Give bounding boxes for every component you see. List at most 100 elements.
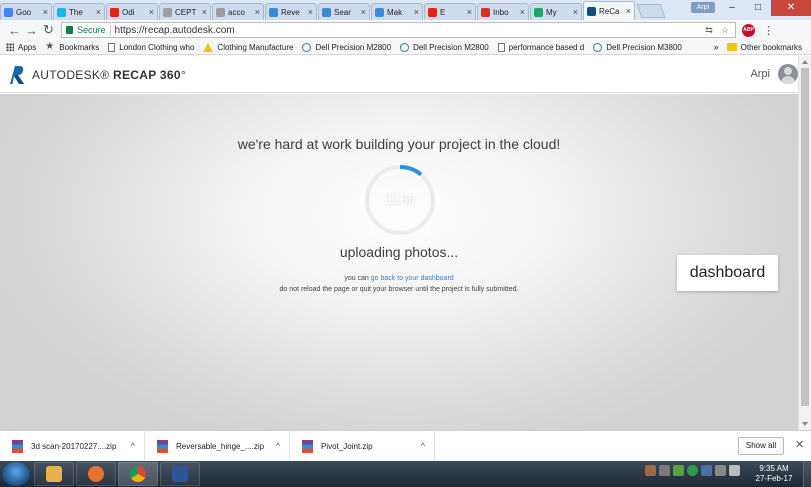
maximize-icon[interactable]: □: [745, 0, 771, 16]
tab-close-icon[interactable]: ×: [43, 7, 48, 17]
chrome-icon: [130, 466, 146, 482]
tab-close-icon[interactable]: ×: [414, 7, 419, 17]
forward-arrow-icon[interactable]: →: [23, 23, 40, 38]
tab-label: Goo: [16, 7, 32, 17]
reload-icon[interactable]: ↻: [40, 22, 57, 38]
bookmark-item[interactable]: Dell Precision M3800: [593, 42, 682, 52]
address-bar[interactable]: Secure https://recap.autodesk.com ⇆ ☆: [61, 22, 736, 38]
start-button[interactable]: [2, 462, 30, 486]
browser-tab[interactable]: Mak ×: [371, 3, 423, 20]
bookmark-item[interactable]: Dell Precision M2800: [400, 42, 489, 52]
profile-chip[interactable]: Arpi: [691, 2, 715, 13]
user-name[interactable]: Arpi: [750, 68, 770, 80]
network-icon[interactable]: [701, 465, 712, 476]
tab-close-icon[interactable]: ×: [202, 7, 207, 17]
battery-icon[interactable]: [729, 465, 740, 476]
scroll-down-icon[interactable]: [802, 422, 808, 426]
browser-tab[interactable]: acco ×: [212, 3, 264, 20]
download-options-icon[interactable]: ^: [276, 441, 280, 451]
translate-icon[interactable]: ⇆: [703, 24, 715, 36]
close-shelf-icon[interactable]: ✕: [795, 438, 804, 451]
tab-close-icon[interactable]: ×: [361, 7, 366, 17]
window-controls: – □ ✕: [719, 0, 811, 16]
scroll-up-icon[interactable]: [802, 60, 808, 64]
bookmark-item[interactable]: performance based d: [497, 42, 585, 52]
bookmark-item[interactable]: ★ Bookmarks: [45, 42, 99, 52]
tray-q-icon[interactable]: [687, 465, 698, 476]
autodesk-logo-icon[interactable]: [10, 65, 24, 84]
tab-close-icon[interactable]: ×: [626, 6, 631, 16]
nvidia-icon[interactable]: [673, 465, 684, 476]
tab-close-icon[interactable]: ×: [255, 7, 260, 17]
google-icon: [4, 7, 13, 17]
tab-label: Reve: [281, 7, 300, 17]
browser-menu-icon[interactable]: ⋮: [763, 24, 774, 37]
download-item[interactable]: Reversable_hinge_....zip ^: [145, 430, 290, 462]
tab-label: Sear: [334, 7, 351, 17]
browser-tab[interactable]: CEPT ×: [159, 3, 211, 20]
bookmark-item[interactable]: London Clothing who: [108, 42, 194, 52]
browser-tab[interactable]: E ×: [424, 3, 476, 20]
bookmark-item[interactable]: Dell Precision M2800: [302, 42, 391, 52]
asterisk-icon: [375, 7, 384, 17]
show-desktop-button[interactable]: [803, 461, 811, 487]
browser-tab[interactable]: Odi ×: [106, 3, 158, 20]
tray-app-icon[interactable]: [659, 465, 670, 476]
download-item[interactable]: Pivot_Joint.zip ^: [290, 430, 435, 462]
recap-icon: [322, 7, 331, 17]
minimize-icon[interactable]: –: [719, 0, 745, 16]
tab-list: Goo × The × Odi × CEPT × acco × Reve × Sear × Mak × E × In…: [0, 1, 636, 20]
taskbar-chrome[interactable]: [118, 462, 158, 486]
browser-tab[interactable]: Sear ×: [318, 3, 370, 20]
close-window-icon[interactable]: ✕: [771, 0, 811, 16]
back-arrow-icon[interactable]: ←: [6, 23, 23, 38]
tab-close-icon[interactable]: ×: [308, 7, 313, 17]
page-headline: we're hard at work building your project…: [237, 136, 561, 152]
new-tab-button[interactable]: [636, 4, 666, 18]
browser-tab[interactable]: My ×: [530, 3, 582, 20]
browser-tab[interactable]: ReCa ×: [583, 1, 635, 20]
gmail-icon: [481, 7, 490, 17]
tab-close-icon[interactable]: ×: [520, 7, 525, 17]
system-clock[interactable]: 9:35 AM 27-Feb-17: [752, 464, 796, 484]
browser-tab[interactable]: The ×: [53, 3, 105, 20]
adblock-icon[interactable]: ABP: [742, 23, 755, 37]
taskbar-explorer[interactable]: [34, 462, 74, 486]
downloads-shelf: 3d scan-20170227....zip ^ Reversable_hinge…: [0, 430, 811, 462]
download-options-icon[interactable]: ^: [421, 441, 425, 451]
browser-tab[interactable]: Reve ×: [265, 3, 317, 20]
dashboard-link[interactable]: go back to your dashboard: [371, 275, 454, 282]
page-scrollbar[interactable]: [798, 56, 811, 430]
zip-archive-icon: [302, 439, 313, 453]
dashboard-button[interactable]: dashboard: [677, 255, 778, 291]
other-bookmarks[interactable]: Other bookmarks: [726, 43, 802, 52]
bookmark-star-icon[interactable]: ☆: [719, 24, 731, 36]
tab-close-icon[interactable]: ×: [573, 7, 578, 17]
browser-tab[interactable]: Inbo ×: [477, 3, 529, 20]
download-options-icon[interactable]: ^: [131, 441, 135, 451]
tray-app-icon[interactable]: [645, 465, 656, 476]
download-item[interactable]: 3d scan-20170227....zip ^: [0, 430, 145, 462]
bookmarks-bar: Apps ★ Bookmarks London Clothing who Clothin…: [0, 40, 811, 55]
browser-tab[interactable]: Goo ×: [0, 3, 52, 20]
bookmarks-overflow-button[interactable]: »: [714, 42, 719, 52]
browser-tab-strip: Goo × The × Odi × CEPT × acco × Reve × Sear × Mak × E × In…: [0, 0, 811, 20]
brand-name: RECAP 360: [113, 68, 181, 82]
folder-icon: [726, 43, 737, 51]
taskbar-app-word[interactable]: [160, 462, 200, 486]
show-all-button[interactable]: Show all: [738, 437, 784, 455]
volume-icon[interactable]: [715, 465, 726, 476]
tab-close-icon[interactable]: ×: [96, 7, 101, 17]
tab-close-icon[interactable]: ×: [149, 7, 154, 17]
bookmark-item[interactable]: Clothing Manufacture: [203, 42, 293, 52]
download-list: 3d scan-20170227....zip ^ Reversable_hinge…: [0, 430, 435, 462]
bookmark-item[interactable]: Apps: [6, 43, 36, 52]
avatar[interactable]: [778, 64, 798, 84]
tab-close-icon[interactable]: ×: [467, 7, 472, 17]
apps-icon: [6, 43, 14, 51]
bookmark-label: performance based d: [508, 42, 585, 52]
download-filename: Reversable_hinge_....zip: [176, 441, 265, 451]
taskbar-media-player[interactable]: [76, 462, 116, 486]
scroll-thumb[interactable]: [801, 68, 809, 406]
system-tray: [645, 465, 740, 476]
